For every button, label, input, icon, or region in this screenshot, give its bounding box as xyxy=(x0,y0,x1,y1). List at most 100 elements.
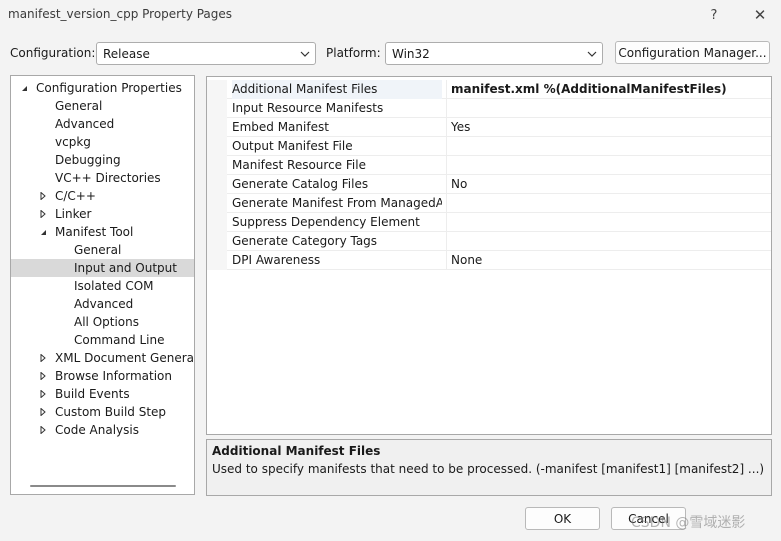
tree-item[interactable]: XML Document Generator xyxy=(11,349,194,367)
property-name: Embed Manifest xyxy=(232,120,329,134)
property-name: Suppress Dependency Element xyxy=(232,215,420,229)
property-name: Additional Manifest Files xyxy=(232,80,442,99)
ok-button[interactable]: OK xyxy=(525,507,600,530)
property-row[interactable]: DPI Awareness None xyxy=(207,251,771,270)
property-name: Generate Manifest From ManagedAssembly xyxy=(232,196,442,210)
property-value-cell[interactable]: No xyxy=(446,175,771,194)
tree-item[interactable]: General xyxy=(11,97,194,115)
property-name: Input Resource Manifests xyxy=(232,101,384,115)
property-value-cell[interactable] xyxy=(446,156,771,175)
configuration-manager-button[interactable]: Configuration Manager... xyxy=(615,41,770,64)
collapsed-triangle-icon[interactable] xyxy=(38,187,48,205)
row-gutter xyxy=(207,99,227,118)
tree-item-label: Isolated COM xyxy=(74,279,154,293)
tree-item[interactable]: VC++ Directories xyxy=(11,169,194,187)
property-value-cell[interactable] xyxy=(446,137,771,156)
tree-item-label: XML Document Generator xyxy=(55,351,194,365)
tree-item[interactable]: Advanced xyxy=(11,295,194,313)
tree-item-label: Code Analysis xyxy=(55,423,139,437)
tree-item-label: Browse Information xyxy=(55,369,172,383)
collapsed-triangle-icon[interactable] xyxy=(38,349,48,367)
tree-item-label: Build Events xyxy=(55,387,130,401)
collapsed-triangle-icon[interactable] xyxy=(38,205,48,223)
row-gutter xyxy=(207,175,227,194)
tree-item[interactable]: C/C++ xyxy=(11,187,194,205)
property-value-cell[interactable] xyxy=(446,213,771,232)
property-value xyxy=(447,158,451,172)
configuration-value: Release xyxy=(103,46,150,61)
tree-item[interactable]: General xyxy=(11,241,194,259)
configuration-label: Configuration: xyxy=(10,46,96,60)
description-title: Additional Manifest Files xyxy=(212,444,381,458)
tree-item[interactable]: Advanced xyxy=(11,115,194,133)
property-row[interactable]: Suppress Dependency Element xyxy=(207,213,771,232)
description-panel: Additional Manifest Files Used to specif… xyxy=(206,439,772,496)
property-name: Manifest Resource File xyxy=(232,158,366,172)
configuration-dropdown[interactable]: Release xyxy=(96,42,316,65)
property-value-cell[interactable]: None xyxy=(446,251,771,270)
property-value-cell[interactable]: Yes xyxy=(446,118,771,137)
row-gutter xyxy=(207,232,227,251)
tree-item[interactable]: Browse Information xyxy=(11,367,194,385)
collapsed-triangle-icon[interactable] xyxy=(38,403,48,421)
tree-item[interactable]: Build Events xyxy=(11,385,194,403)
property-name: Output Manifest File xyxy=(232,139,353,153)
help-button[interactable]: ? xyxy=(692,0,736,30)
tree-item[interactable]: All Options xyxy=(11,313,194,331)
property-row[interactable]: Input Resource Manifests xyxy=(207,99,771,118)
tree-item[interactable]: Configuration Properties xyxy=(11,79,194,97)
row-gutter xyxy=(207,251,227,270)
tree-item[interactable]: Debugging xyxy=(11,151,194,169)
tree-horizontal-scrollbar[interactable] xyxy=(30,485,176,487)
window-title: manifest_version_cpp Property Pages xyxy=(8,7,233,21)
property-row[interactable]: Additional Manifest Files manifest.xml %(… xyxy=(207,80,771,99)
title-bar: manifest_version_cpp Property Pages ? ✕ xyxy=(0,0,781,30)
tree-item[interactable]: Input and Output xyxy=(11,259,194,277)
tree-item-label: Configuration Properties xyxy=(36,81,182,95)
tree-item[interactable]: Custom Build Step xyxy=(11,403,194,421)
property-row[interactable]: Embed Manifest Yes xyxy=(207,118,771,137)
tree-item-label: Input and Output xyxy=(74,261,177,275)
property-tree[interactable]: Code Analysis Custom Build Step Build Even… xyxy=(10,75,195,495)
close-button[interactable]: ✕ xyxy=(738,0,781,30)
collapsed-triangle-icon[interactable] xyxy=(38,385,48,403)
property-value xyxy=(447,234,451,248)
tree-item-label: Command Line xyxy=(74,333,165,347)
tree-item-label: Debugging xyxy=(55,153,121,167)
property-value: Yes xyxy=(451,120,471,134)
property-grid[interactable]: Additional Manifest Files manifest.xml %(… xyxy=(206,76,772,435)
tree-item-label: General xyxy=(74,243,122,257)
property-value-cell[interactable]: manifest.xml %(AdditionalManifestFiles) xyxy=(446,80,771,99)
property-row[interactable]: Generate Manifest From ManagedAssembly xyxy=(207,194,771,213)
property-value xyxy=(447,101,451,115)
tree-item-label: Linker xyxy=(55,207,92,221)
row-gutter xyxy=(207,194,227,213)
tree-item[interactable]: Isolated COM xyxy=(11,277,194,295)
property-row[interactable]: Manifest Resource File xyxy=(207,156,771,175)
tree-item-label: Manifest Tool xyxy=(55,225,134,239)
collapsed-triangle-icon[interactable] xyxy=(38,421,48,439)
tree-item[interactable]: Linker xyxy=(11,205,194,223)
property-name: DPI Awareness xyxy=(232,253,321,267)
collapsed-triangle-icon[interactable] xyxy=(38,367,48,385)
platform-label: Platform: xyxy=(326,46,381,60)
property-value xyxy=(447,196,451,210)
row-gutter xyxy=(207,213,227,232)
property-value-cell[interactable] xyxy=(446,99,771,118)
property-row[interactable]: Output Manifest File xyxy=(207,137,771,156)
expanded-triangle-icon[interactable] xyxy=(19,79,29,97)
property-row[interactable]: Generate Catalog Files No xyxy=(207,175,771,194)
tree-item[interactable]: Command Line xyxy=(11,331,194,349)
property-value-cell[interactable] xyxy=(446,232,771,251)
platform-dropdown[interactable]: Win32 xyxy=(385,42,603,65)
tree-item-label: Custom Build Step xyxy=(55,405,167,419)
property-row[interactable]: Generate Category Tags xyxy=(207,232,771,251)
tree-item[interactable]: Manifest Tool xyxy=(11,223,194,241)
tree-item[interactable]: Code Analysis xyxy=(11,421,194,439)
property-value xyxy=(447,215,451,229)
property-value-cell[interactable] xyxy=(446,194,771,213)
property-value: No xyxy=(451,177,468,191)
expanded-triangle-icon[interactable] xyxy=(38,223,48,241)
chevron-down-icon xyxy=(295,43,315,64)
tree-item[interactable]: vcpkg xyxy=(11,133,194,151)
